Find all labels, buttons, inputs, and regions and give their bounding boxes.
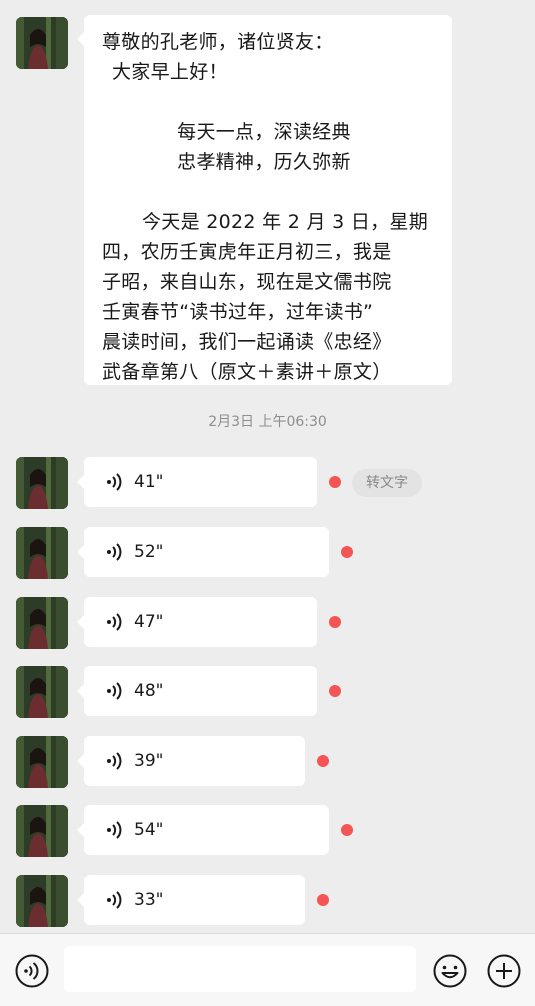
unread-dot: [329, 685, 341, 697]
avatar[interactable]: [16, 805, 68, 857]
avatar[interactable]: [16, 736, 68, 788]
voice-message[interactable]: 39": [77, 736, 305, 786]
bubble-tail: [77, 893, 84, 907]
message-line: 忠孝精神，历久弥新: [177, 151, 351, 173]
voice-duration: 48": [134, 681, 164, 701]
bubble-tail: [77, 684, 84, 698]
message-line: 壬寅春节“读书过年，过年读书”: [102, 301, 374, 323]
message-line: 四，农历壬寅虎年正月初三，我是: [102, 241, 392, 263]
unread-dot: [329, 616, 341, 628]
message-line: 大家早上好！: [112, 61, 228, 83]
message-line: 每天一点，深读经典: [177, 121, 351, 143]
avatar[interactable]: [16, 457, 68, 509]
bubble-tail: [77, 32, 84, 46]
voice-wave-icon: [107, 613, 122, 631]
voice-message[interactable]: 52": [77, 527, 329, 577]
unread-dot: [341, 824, 353, 836]
voice-wave-icon: [107, 682, 122, 700]
message-line: 晨读时间，我们一起诵读《忠经》: [102, 331, 392, 353]
voice-duration: 47": [134, 612, 164, 632]
unread-dot: [317, 894, 329, 906]
avatar-image: [16, 736, 68, 788]
voice-wave-icon: [107, 543, 122, 561]
voice-wave-icon: [107, 752, 122, 770]
unread-dot: [317, 755, 329, 767]
voice-input-icon[interactable]: [14, 953, 50, 989]
avatar[interactable]: [16, 597, 68, 649]
bubble-tail: [77, 615, 84, 629]
bubble-tail: [77, 823, 84, 837]
voice-wave-icon: [107, 891, 122, 909]
avatar-image: [16, 457, 68, 509]
avatar[interactable]: [16, 666, 68, 718]
text-message-bubble[interactable]: 尊敬的孔老师，诸位贤友： 大家早上好！ 每天一点，深读经典 忠孝精神，历久弥新 …: [77, 15, 452, 385]
voice-duration: 52": [134, 542, 164, 562]
avatar-image: [16, 597, 68, 649]
voice-message[interactable]: 33": [77, 875, 305, 925]
unread-dot: [341, 546, 353, 558]
avatar-image: [16, 527, 68, 579]
emoji-icon[interactable]: [432, 953, 468, 989]
voice-message[interactable]: 48": [77, 666, 317, 716]
voice-wave-icon: [107, 821, 122, 839]
bubble-tail: [77, 754, 84, 768]
voice-duration: 41": [134, 472, 164, 492]
convert-to-text-button[interactable]: 转文字: [352, 469, 422, 497]
voice-message[interactable]: 41": [77, 457, 317, 507]
voice-message[interactable]: 54": [77, 805, 329, 855]
avatar[interactable]: [16, 527, 68, 579]
input-toolbar: [0, 933, 535, 1006]
avatar[interactable]: [16, 875, 68, 927]
avatar-image: [16, 875, 68, 927]
bubble-tail: [77, 475, 84, 489]
voice-duration: 33": [134, 890, 164, 910]
voice-duration: 54": [134, 820, 164, 840]
message-line: 今天是 2022 年 2 月 3 日，星期: [142, 211, 429, 233]
plus-icon[interactable]: [486, 953, 522, 989]
message-input[interactable]: [64, 946, 416, 992]
voice-message[interactable]: 47": [77, 597, 317, 647]
avatar-image: [16, 666, 68, 718]
avatar-image: [16, 805, 68, 857]
message-line: 尊敬的孔老师，诸位贤友：: [102, 31, 334, 53]
unread-dot: [329, 476, 341, 488]
message-line: 子昭，来自山东，现在是文儒书院: [102, 271, 392, 293]
voice-wave-icon: [107, 473, 122, 491]
voice-duration: 39": [134, 751, 164, 771]
timestamp: 2月3日 上午06:30: [208, 414, 327, 430]
bubble-tail: [77, 545, 84, 559]
avatar-image: [16, 17, 68, 69]
message-line: 武备章第八（原文＋素讲＋原文）: [102, 361, 392, 383]
avatar[interactable]: [16, 17, 68, 69]
